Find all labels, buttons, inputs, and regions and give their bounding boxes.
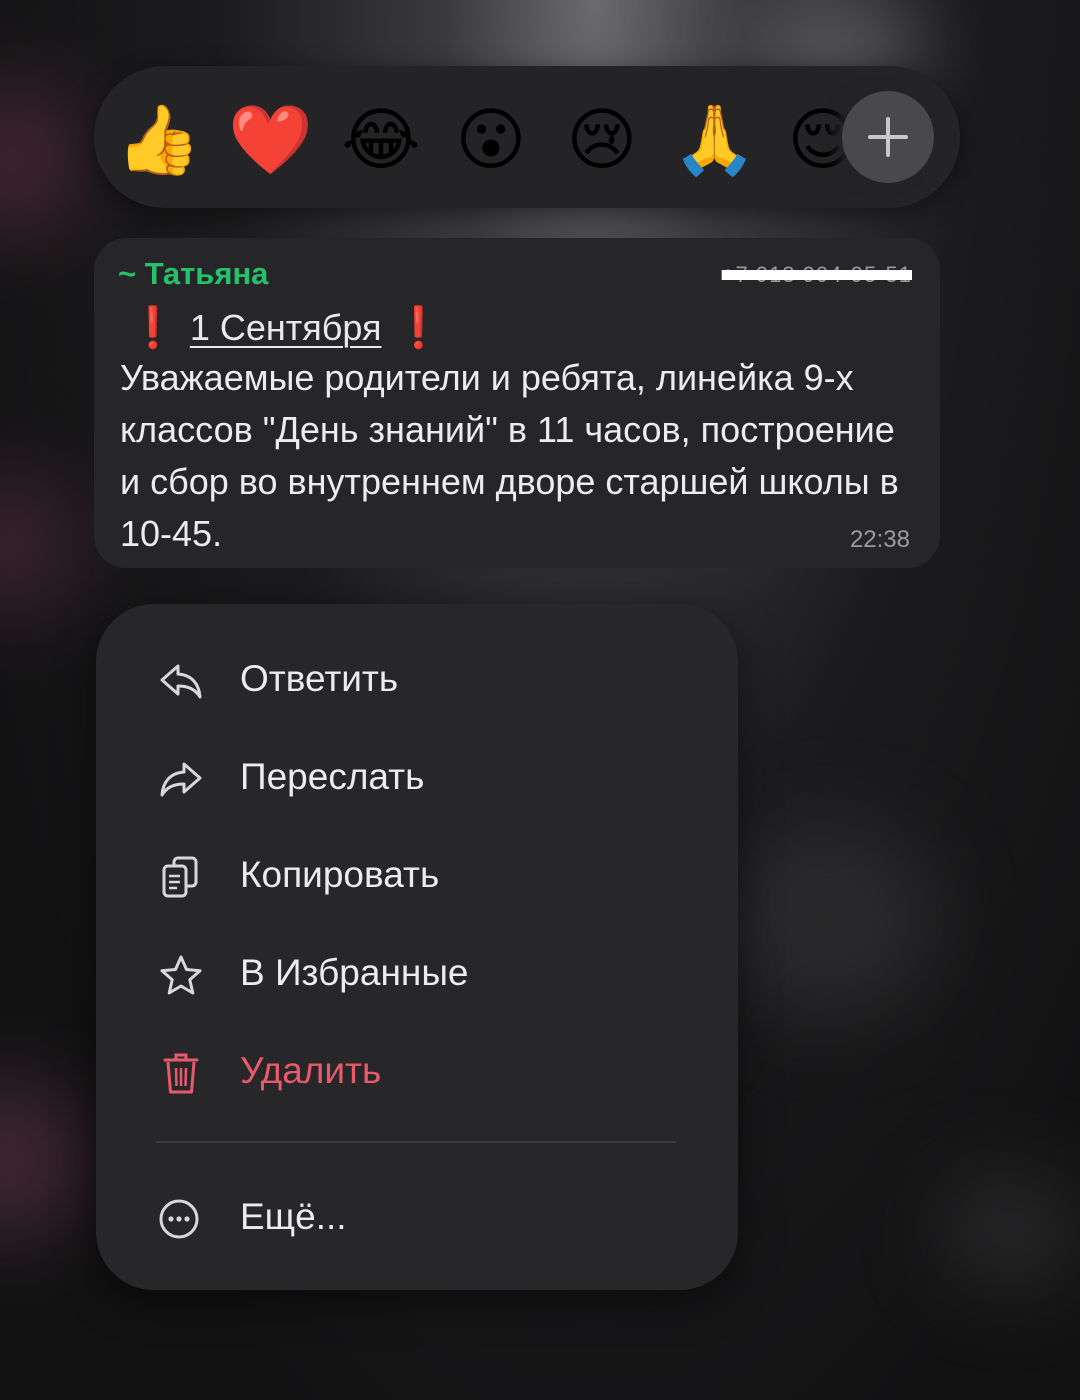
menu-item-forward[interactable]: Переслать	[96, 738, 738, 818]
background-blur	[0, 1080, 90, 1240]
background-blur	[0, 470, 80, 620]
background-blur	[720, 820, 940, 1020]
reaction-heart[interactable]: ❤️	[228, 99, 313, 181]
reply-icon	[160, 664, 202, 699]
menu-item-label: Ещё...	[240, 1196, 347, 1237]
reaction-surprised[interactable]: 😮	[450, 99, 532, 181]
star-icon	[160, 955, 202, 995]
message-text: Уважаемые родители и ребята, линейка 9-х…	[120, 357, 899, 554]
menu-item-copy[interactable]: Копировать	[96, 836, 738, 916]
menu-item-more[interactable]: Ещё...	[96, 1178, 738, 1258]
reaction-tears-of-joy[interactable]: 😂	[340, 99, 422, 181]
menu-item-reply[interactable]: Ответить	[96, 640, 738, 720]
background-blur	[0, 80, 80, 240]
menu-item-delete[interactable]: Удалить	[96, 1032, 738, 1112]
background-blur	[940, 1170, 1080, 1290]
menu-item-label: Переслать	[240, 756, 425, 797]
reaction-folded-hands[interactable]: 🙏	[672, 99, 757, 181]
trash-icon	[163, 1053, 199, 1094]
menu-item-label: Копировать	[240, 854, 440, 895]
menu-item-label: Ответить	[240, 658, 399, 699]
copy-icon	[162, 856, 198, 898]
headline-text: 1 Сентября	[189, 306, 382, 348]
sender-phone-redacted: +7 913 904-95-51	[721, 262, 912, 287]
reaction-bar: 👍 ❤️ 😂 😮 😢 🙏 😌	[94, 66, 960, 208]
menu-divider	[156, 1141, 676, 1143]
reaction-thumbs-up[interactable]: 👍	[116, 99, 201, 181]
screen: 👍 ❤️ 😂 😮 😢 🙏 😌 ~ Татьяна +7 913 904-95-5…	[0, 0, 1080, 1400]
message-bubble[interactable]: ~ Татьяна +7 913 904-95-51 ❗ 1 Сентября …	[94, 238, 940, 568]
message-headline: ❗ 1 Сентября ❗	[124, 304, 455, 351]
message-time: 22:38	[849, 526, 910, 553]
context-menu: Ответить Переслать Копировать В Избранны…	[96, 604, 738, 1290]
plus-icon	[868, 117, 908, 157]
exclamation-icon: ❗	[393, 306, 444, 350]
more-reactions-button[interactable]	[842, 91, 934, 183]
forward-icon	[160, 762, 202, 797]
reaction-crying[interactable]: 😢	[561, 99, 643, 181]
menu-item-label: В Избранные	[240, 952, 469, 993]
exclamation-icon: ❗	[128, 306, 178, 350]
sender-name: ~ Татьяна	[118, 256, 269, 291]
menu-item-favorites[interactable]: В Избранные	[96, 934, 738, 1014]
menu-item-label: Удалить	[240, 1050, 382, 1091]
more-dots-icon	[159, 1199, 199, 1239]
